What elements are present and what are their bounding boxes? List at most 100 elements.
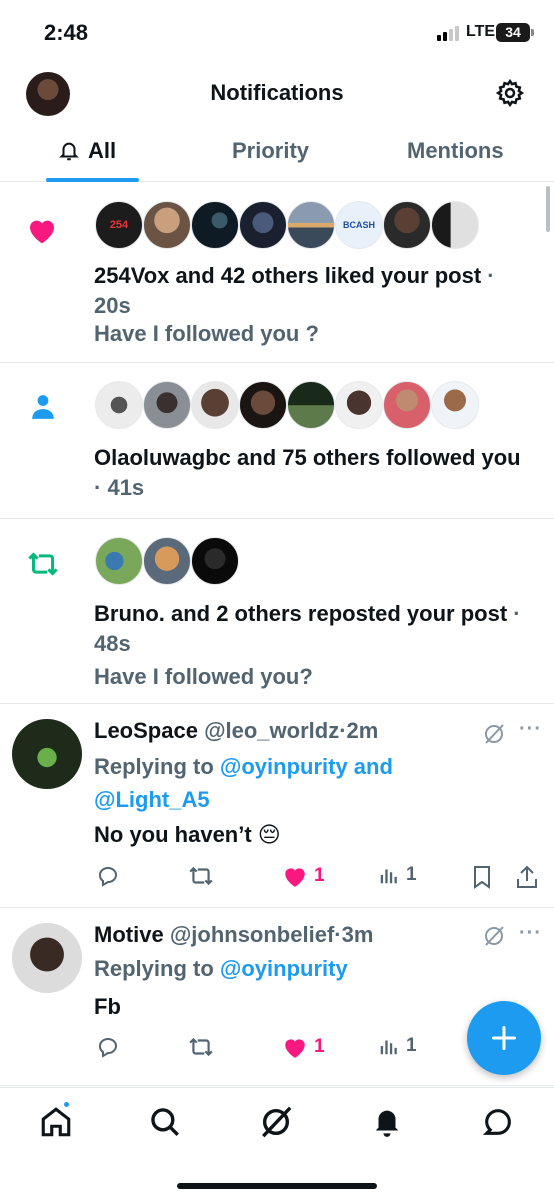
more-options-icon[interactable]: ···	[519, 922, 542, 945]
avatar[interactable]	[287, 381, 335, 429]
notification-time: 48s	[94, 631, 131, 656]
view-count: 1	[406, 1035, 417, 1056]
tab-all[interactable]: All	[58, 138, 116, 164]
heart-icon	[30, 220, 54, 244]
notification-comment: Have I followed you?	[94, 664, 313, 689]
like-count: 1	[314, 865, 325, 886]
replying-prefix: Replying to	[94, 754, 214, 779]
grok-icon[interactable]	[482, 924, 506, 948]
notification-dot	[62, 1100, 71, 1109]
author-name[interactable]: Motive	[94, 922, 164, 947]
reply-button[interactable]	[96, 1035, 120, 1059]
search-icon[interactable]	[148, 1105, 182, 1139]
avatar[interactable]	[383, 381, 431, 429]
avatar[interactable]: 254	[95, 201, 143, 249]
reply-button[interactable]	[96, 864, 120, 888]
tab-all-label: All	[88, 138, 117, 163]
messages-icon[interactable]	[481, 1105, 515, 1139]
tweet-body: Fb	[94, 994, 121, 1019]
avatar[interactable]	[431, 381, 479, 429]
battery-cap	[531, 29, 534, 36]
reply-tweet[interactable]: Motive @johnsonbelief·3m ··· Replying to…	[0, 908, 554, 1086]
notification-text: 254Vox and 42 others liked your post · 2…	[94, 263, 495, 318]
status-time: 2:48	[44, 20, 89, 45]
replying-to: Replying to @oyinpurity	[94, 952, 348, 985]
tweet-time: 2m	[346, 718, 379, 743]
avatar[interactable]	[191, 537, 239, 585]
avatar[interactable]	[239, 201, 287, 249]
plus-icon	[491, 1025, 517, 1051]
tab-mentions[interactable]: Mentions	[407, 138, 504, 164]
reply-icon	[99, 1038, 117, 1058]
view-count: 1	[406, 864, 417, 885]
avatar[interactable]	[191, 201, 239, 249]
reposter-avatars	[95, 537, 239, 585]
repost-icon	[28, 552, 58, 576]
avatar[interactable]	[191, 381, 239, 429]
battery-icon: 34	[496, 23, 530, 42]
notification-like[interactable]: 254 BCASH 254Vox and 42 others liked you…	[0, 183, 554, 363]
network-label: LTE	[466, 23, 496, 40]
avatar[interactable]	[335, 381, 383, 429]
bookmark-icon[interactable]	[470, 864, 494, 890]
grok-icon[interactable]	[259, 1105, 293, 1139]
avatar[interactable]	[95, 381, 143, 429]
mention-link[interactable]: @oyinpurity and	[220, 754, 393, 779]
page-title: Notifications	[210, 80, 344, 105]
grok-icon[interactable]	[482, 722, 506, 746]
like-count: 1	[314, 1036, 325, 1057]
person-icon	[32, 395, 54, 419]
notification-time: 41s	[107, 475, 145, 500]
avatar[interactable]	[95, 537, 143, 585]
avatar[interactable]	[12, 923, 82, 993]
avatar[interactable]	[143, 201, 191, 249]
author-name[interactable]: LeoSpace	[94, 718, 198, 743]
notification-comment: Have I followed you ?	[94, 321, 319, 346]
more-options-icon[interactable]: ···	[519, 718, 542, 741]
notification-text: Olaoluwagbc and 75 others followed you ·…	[94, 445, 521, 500]
notification-follow[interactable]: Olaoluwagbc and 75 others followed you ·…	[0, 363, 554, 519]
like-button[interactable]: 1	[282, 1035, 325, 1059]
views-icon	[380, 1040, 397, 1055]
avatar[interactable]	[383, 201, 431, 249]
bell-icon	[59, 142, 79, 161]
notification-tabs: All Priority Mentions	[0, 126, 554, 182]
tab-priority[interactable]: Priority	[232, 138, 309, 164]
repost-button[interactable]	[188, 1035, 214, 1059]
compose-button[interactable]	[467, 1001, 541, 1075]
avatar[interactable]	[239, 381, 287, 429]
home-icon[interactable]	[39, 1105, 73, 1139]
views-button[interactable]: 1	[378, 864, 417, 886]
author-handle[interactable]: @johnsonbelief	[170, 922, 334, 947]
mention-link[interactable]: @oyinpurity	[220, 956, 348, 981]
notification-message: Olaoluwagbc and 75 others followed you	[94, 445, 521, 470]
reply-tweet[interactable]: LeoSpace @leo_worldz·2m ··· Replying to …	[0, 704, 554, 908]
avatar[interactable]	[143, 537, 191, 585]
gear-icon	[495, 78, 525, 108]
mention-link[interactable]: @Light_A5	[94, 787, 210, 812]
notification-message: Bruno. and 2 others reposted your post	[94, 601, 508, 626]
home-indicator	[177, 1183, 377, 1189]
liker-avatars: 254 BCASH	[95, 201, 479, 249]
avatar[interactable]	[12, 719, 82, 789]
heart-icon	[285, 868, 305, 887]
views-button[interactable]: 1	[378, 1035, 417, 1057]
repost-icon	[189, 866, 213, 886]
avatar[interactable]	[287, 201, 335, 249]
avatar[interactable]	[431, 201, 479, 249]
heart-icon	[285, 1039, 305, 1058]
settings-button[interactable]	[495, 78, 525, 108]
bell-icon[interactable]	[370, 1105, 404, 1139]
repost-icon	[189, 1037, 213, 1057]
avatar[interactable]: BCASH	[335, 201, 383, 249]
author-handle[interactable]: @leo_worldz	[204, 718, 339, 743]
views-icon	[380, 869, 397, 884]
repost-button[interactable]	[188, 864, 214, 888]
avatar[interactable]	[143, 381, 191, 429]
signal-icon	[437, 25, 463, 41]
share-icon[interactable]	[515, 864, 539, 890]
notification-repost[interactable]: Bruno. and 2 others reposted your post ·…	[0, 519, 554, 704]
like-button[interactable]: 1	[282, 864, 325, 888]
notification-time: 20s	[94, 293, 131, 318]
status-bar: 2:48 LTE 34	[0, 0, 554, 64]
